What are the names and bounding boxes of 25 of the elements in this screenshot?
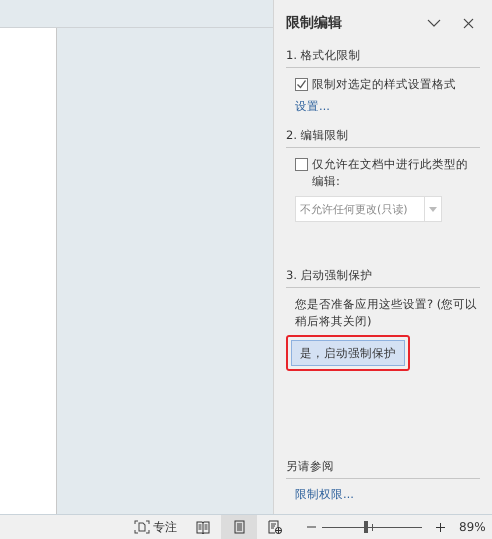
checkbox[interactable] [295, 158, 308, 171]
section-heading: 2. 编辑限制 [286, 128, 480, 148]
checkbox-label: 限制对选定的样式设置格式 [312, 76, 457, 93]
chevron-down-icon[interactable] [427, 18, 441, 28]
zoom-in-button[interactable] [436, 522, 445, 532]
print-layout-button[interactable] [221, 515, 257, 539]
open-book-icon [196, 520, 210, 534]
confirm-text: 您是否准备应用这些设置? (您可以稍后将其关闭) [294, 296, 478, 330]
checkbox[interactable] [295, 78, 308, 91]
section-heading: 1. 格式化限制 [286, 48, 480, 68]
permissions-link[interactable]: 限制权限... [286, 487, 354, 502]
pane-title: 限制编辑 [286, 14, 343, 32]
dropdown-arrow-icon [429, 206, 437, 212]
page-globe-icon [268, 520, 282, 534]
start-protection-button[interactable]: 是，启动强制保护 [291, 340, 405, 366]
focus-frame-icon [134, 520, 150, 534]
zoom-slider[interactable] [322, 521, 422, 533]
page-icon [234, 520, 244, 534]
settings-link[interactable]: 设置... [286, 99, 330, 114]
section-heading: 另请参阅 [286, 459, 480, 479]
zoom-level[interactable]: 89% [459, 520, 486, 534]
focus-button[interactable]: 专注 [134, 515, 177, 539]
section-heading: 3. 启动强制保护 [286, 268, 480, 288]
close-icon[interactable] [463, 18, 474, 28]
checkbox-label: 仅允许在文档中进行此类型的编辑: [312, 156, 469, 190]
